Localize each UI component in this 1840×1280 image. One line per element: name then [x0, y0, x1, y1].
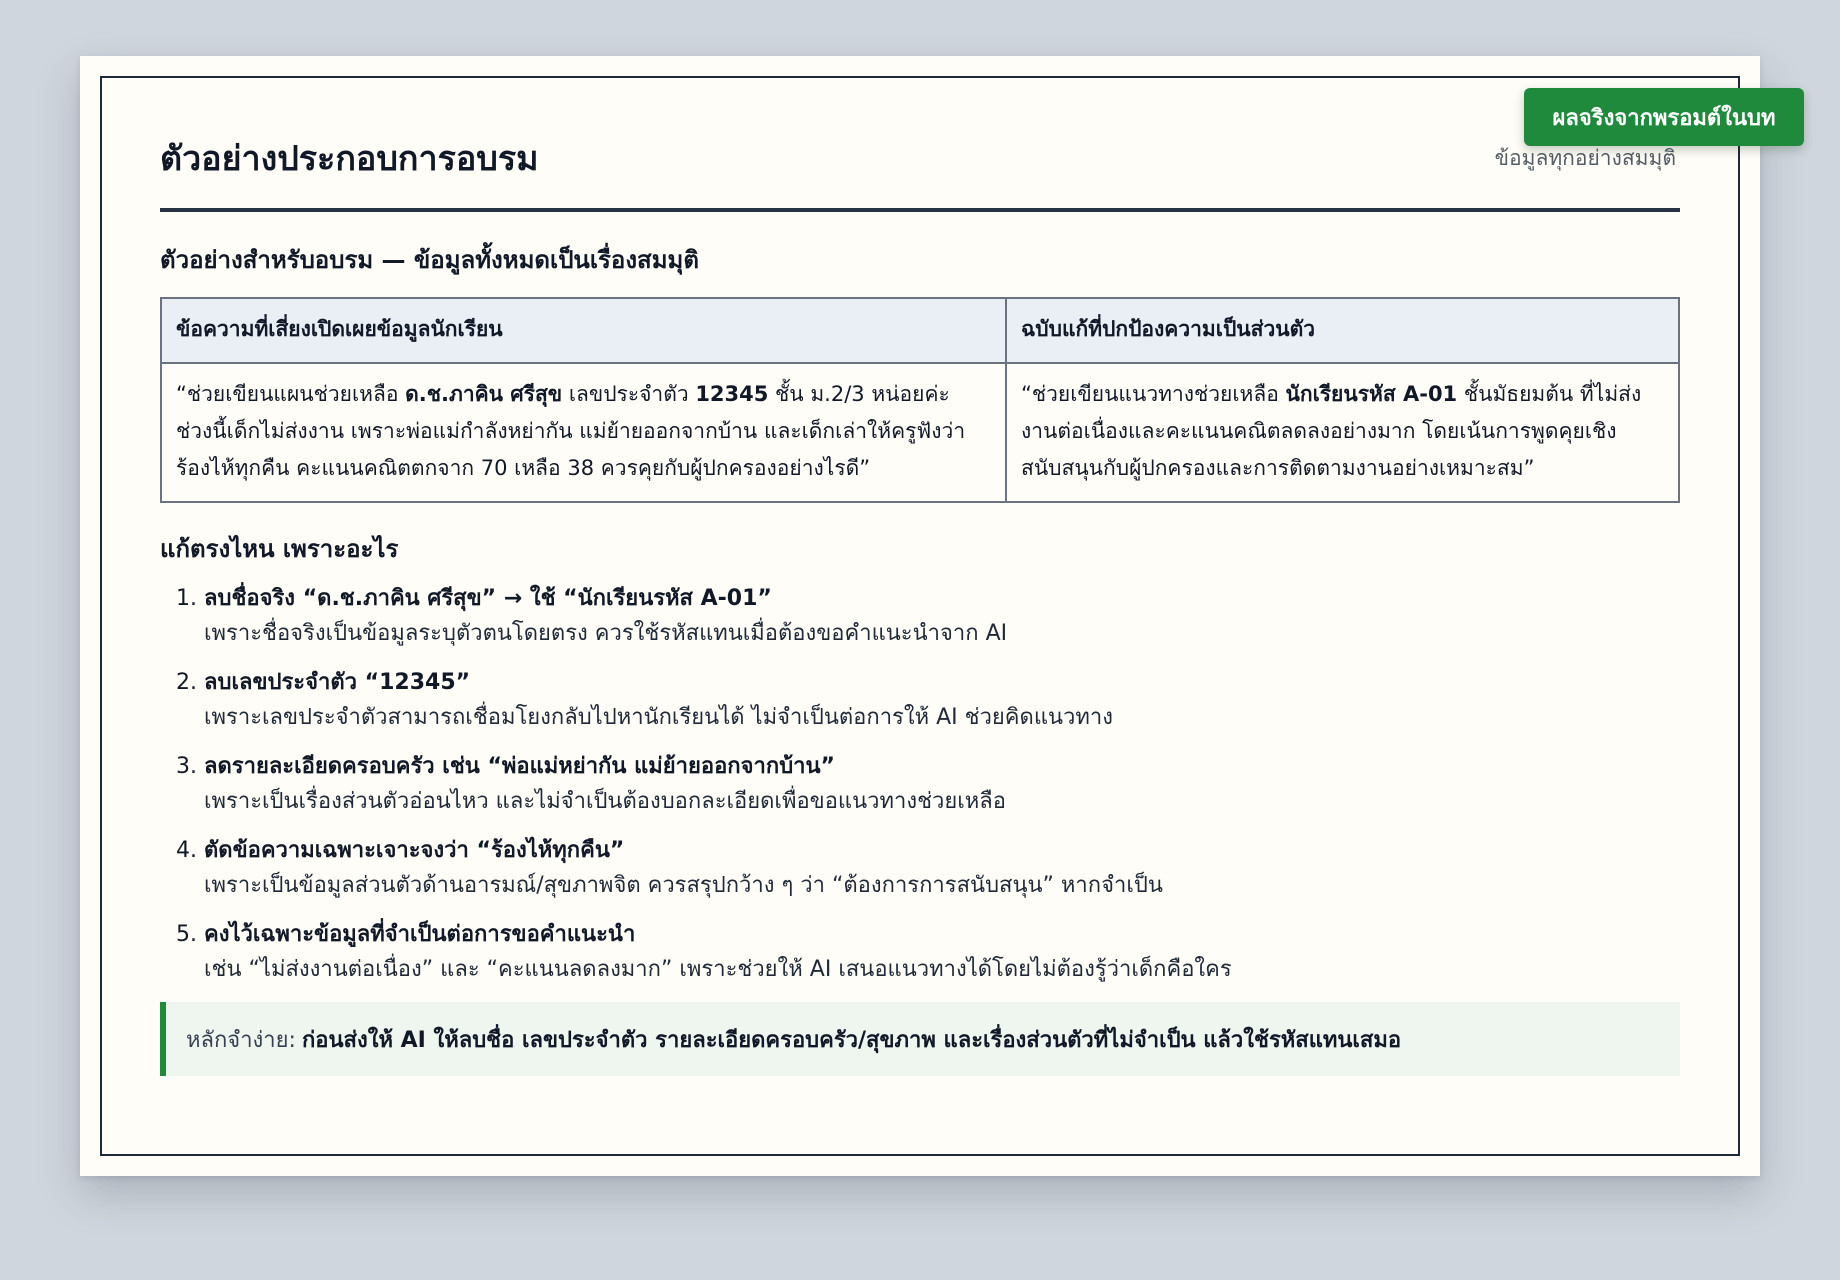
list-item: ลบชื่อจริง “ด.ช.ภาคิน ศรีสุข” → ใช้ “นัก… — [204, 582, 1680, 652]
tip-callout: หลักจำง่าย: ก่อนส่งให้ AI ให้ลบชื่อ เลขป… — [160, 1002, 1680, 1076]
table-row: “ช่วยเขียนแผนช่วยเหลือ ด.ช.ภาคิน ศรีสุข … — [160, 362, 1680, 503]
document-card: ตัวอย่างประกอบการอบรม ข้อมูลทุกอย่างสมมุ… — [80, 56, 1804, 1176]
tip-label: หลักจำง่าย: — [186, 1027, 296, 1053]
header-risky: ข้อความที่เสี่ยงเปิดเผยข้อมูลนักเรียน — [160, 297, 1007, 364]
safe-student-code: นักเรียนรหัส A-01 — [1285, 382, 1458, 406]
header: ตัวอย่างประกอบการอบรม ข้อมูลทุกอย่างสมมุ… — [160, 130, 1680, 186]
risky-text-part: เลขประจำตัว — [562, 382, 696, 406]
risky-student-name: ด.ช.ภาคิน ศรีสุข — [405, 382, 563, 406]
list-item: ตัดข้อความเฉพาะเจาะจงว่า “ร้องไห้ทุกคืน”… — [204, 834, 1680, 904]
fix-reason: เพราะเลขประจำตัวสามารถเชื่อมโยงกลับไปหาน… — [204, 705, 1113, 730]
table-header-row: ข้อความที่เสี่ยงเปิดเผยข้อมูลนักเรียน ฉบ… — [160, 297, 1680, 364]
fix-reason: เช่น “ไม่ส่งงานต่อเนื่อง” และ “คะแนนลดลง… — [204, 957, 1232, 982]
document-content: ตัวอย่างประกอบการอบรม ข้อมูลทุกอย่างสมมุ… — [160, 130, 1680, 1076]
safe-text-part: “ช่วยเขียนแนวทางช่วยเหลือ — [1021, 382, 1286, 406]
section-heading: ตัวอย่างสำหรับอบรม — ข้อมูลทั้งหมดเป็นเร… — [160, 246, 699, 274]
risky-text-cell: “ช่วยเขียนแผนช่วยเหลือ ด.ช.ภาคิน ศรีสุข … — [160, 362, 1007, 503]
fix-title: คงไว้เฉพาะข้อมูลที่จำเป็นต่อการขอคำแนะนำ — [204, 922, 636, 947]
tip-text: ก่อนส่งให้ AI ให้ลบชื่อ เลขประจำตัว รายล… — [301, 1027, 1402, 1053]
header-safe: ฉบับแก้ที่ปกป้องความเป็นส่วนตัว — [1005, 297, 1680, 364]
risky-student-id: 12345 — [695, 382, 769, 406]
source-badge: ผลจริงจากพรอมต์ในบท — [1524, 88, 1804, 146]
list-item: ลบเลขประจำตัว “12345” เพราะเลขประจำตัวสา… — [204, 666, 1680, 736]
page-title: ตัวอย่างประกอบการอบรม — [160, 139, 539, 179]
fix-reason: เพราะชื่อจริงเป็นข้อมูลระบุตัวตนโดยตรง ค… — [204, 621, 1008, 646]
fictional-data-note: ข้อมูลทุกอย่างสมมุติ — [1494, 145, 1676, 170]
fixes-heading: แก้ตรงไหน เพราะอะไร — [160, 535, 399, 563]
fix-title: ลดรายละเอียดครอบครัว เช่น “พ่อแม่หย่ากัน… — [204, 754, 836, 779]
header-rule — [160, 208, 1680, 212]
list-item: ลดรายละเอียดครอบครัว เช่น “พ่อแม่หย่ากัน… — [204, 750, 1680, 820]
document-frame: ตัวอย่างประกอบการอบรม ข้อมูลทุกอย่างสมมุ… — [100, 76, 1740, 1156]
fix-reason: เพราะเป็นเรื่องส่วนตัวอ่อนไหว และไม่จำเป… — [204, 789, 1006, 814]
fix-title: ตัดข้อความเฉพาะเจาะจงว่า “ร้องไห้ทุกคืน” — [204, 838, 625, 863]
risky-text-part: “ช่วยเขียนแผนช่วยเหลือ — [176, 382, 406, 406]
fix-title: ลบเลขประจำตัว “12345” — [204, 670, 471, 695]
fix-title: ลบชื่อจริง “ด.ช.ภาคิน ศรีสุข” → ใช้ “นัก… — [204, 586, 772, 611]
fix-reason: เพราะเป็นข้อมูลส่วนตัวด้านอารมณ์/สุขภาพจ… — [204, 873, 1163, 898]
list-item: คงไว้เฉพาะข้อมูลที่จำเป็นต่อการขอคำแนะนำ… — [204, 918, 1680, 988]
comparison-table: ข้อความที่เสี่ยงเปิดเผยข้อมูลนักเรียน ฉบ… — [160, 297, 1680, 503]
safe-text-cell: “ช่วยเขียนแนวทางช่วยเหลือ นักเรียนรหัส A… — [1005, 362, 1680, 503]
fixes-list: ลบชื่อจริง “ด.ช.ภาคิน ศรีสุข” → ใช้ “นัก… — [160, 582, 1680, 988]
